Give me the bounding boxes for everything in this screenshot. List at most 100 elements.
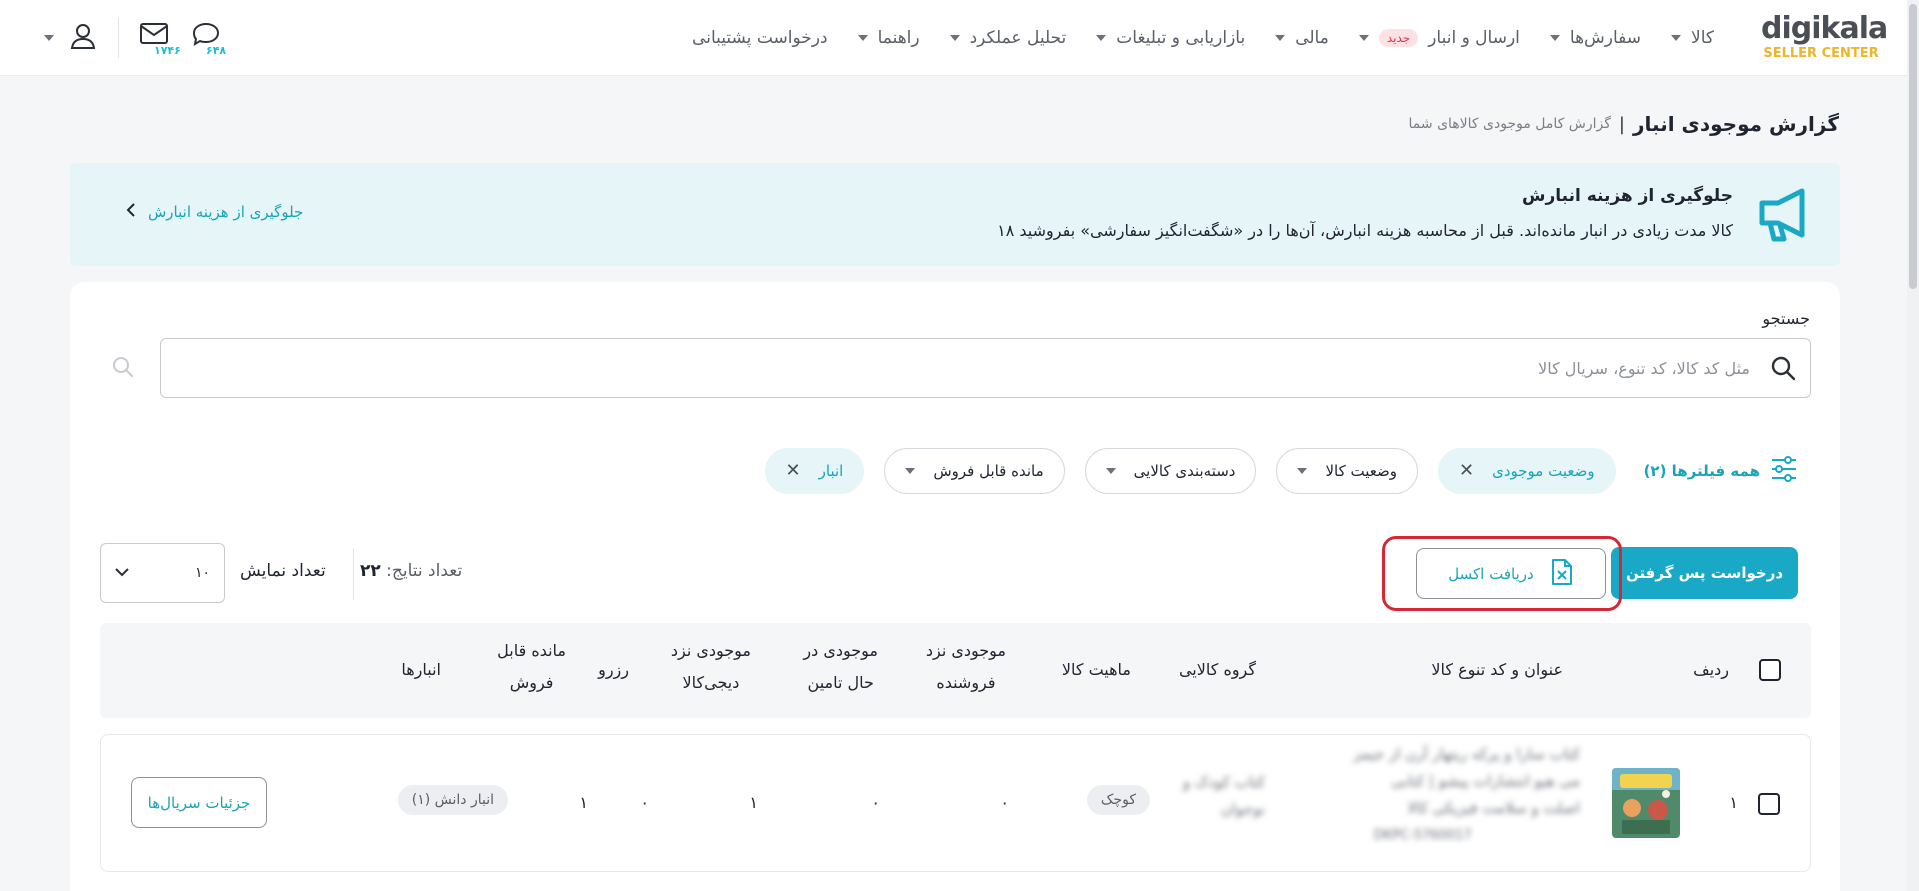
nav-item-label: سفارش‌ها — [1569, 28, 1642, 48]
filter-chip-sellable[interactable]: مانده قابل فروش — [884, 448, 1065, 494]
results-value: ۲۲ — [360, 561, 381, 581]
search-icon — [1770, 355, 1796, 385]
header-title: عنوان و کد تنوع کالا — [1431, 660, 1563, 679]
filter-chip-warehouse[interactable]: انبار ✕ — [764, 448, 865, 494]
nav-item-shipping[interactable]: ارسال و انبار جدید — [1358, 28, 1520, 48]
nav-item-analytics[interactable]: تحلیل عملکرد — [949, 28, 1067, 48]
nav-item-label: تحلیل عملکرد — [969, 28, 1067, 48]
nav-item-label: بازاریابی و تبلیغات — [1116, 28, 1246, 48]
search-label: جستجو — [1762, 309, 1810, 328]
search-icon[interactable] — [112, 356, 134, 382]
results-label: تعداد نتایج: — [386, 561, 463, 581]
nav-item-marketing[interactable]: بازاریابی و تبلیغات — [1096, 28, 1245, 48]
sellable-value: ۱ — [579, 793, 588, 812]
page-size-value: ۱۰ — [194, 565, 210, 581]
page-subtitle: گزارش کامل موجودی کالاهای شما — [1408, 116, 1611, 132]
nav-item-support[interactable]: درخواست پشتیبانی — [692, 28, 828, 48]
logo-subtitle: SELLER CENTER — [1763, 46, 1879, 61]
select-all-checkbox[interactable] — [1759, 659, 1781, 681]
product-thumbnail[interactable] — [1612, 768, 1680, 838]
banner-link[interactable]: جلوگیری از هزینه انبارش — [126, 203, 303, 221]
digikala-logo[interactable]: digikala SELLER CENTER — [1761, 11, 1888, 62]
product-title[interactable]: کتاب سارا و پرکه ریتهار آرن از جیمز می ه… — [1354, 741, 1580, 849]
excel-download-label: دریافت اکسل — [1448, 564, 1534, 583]
nav-item-label: کالا — [1691, 28, 1714, 48]
filter-chip-label: مانده قابل فروش — [933, 462, 1044, 480]
notifications-count: ۶۴۸ — [205, 44, 228, 57]
messages-button[interactable]: ۱۷۴۶ — [139, 21, 182, 57]
header-line: حال تامین — [807, 673, 874, 692]
all-filters-label: همه فیلترها (۲) — [1643, 462, 1760, 480]
megaphone-icon — [1756, 185, 1814, 247]
header-nature: ماهیت کالا — [1061, 660, 1131, 679]
page-title: گزارش موجودی انبار — [1633, 112, 1839, 136]
logo-wordmark: digikala — [1761, 11, 1888, 46]
nav-item-help[interactable]: راهنما — [857, 28, 920, 48]
product-title-line: کتاب سارا و پرکه ریتهار آرن از جیمز — [1353, 745, 1580, 763]
supply-stock-value: ۰ — [871, 793, 880, 812]
warehouse-badge: انبار دانش (۱) — [397, 785, 508, 815]
chevron-left-icon — [126, 203, 136, 221]
variant-code: DKPC-5760017 — [1373, 828, 1472, 843]
nav-item-label: درخواست پشتیبانی — [692, 28, 828, 48]
nav-item-products[interactable]: کالا — [1671, 28, 1714, 48]
search-field[interactable] — [160, 338, 1811, 398]
banner-text: ۱۸ کالا مدت زیادی در انبار مانده‌اند. قب… — [997, 221, 1733, 240]
excel-file-icon — [1550, 558, 1574, 590]
results-count: تعداد نتایج: ۲۲ — [360, 561, 462, 581]
chevron-down-icon — [905, 468, 916, 474]
table-header: ردیف عنوان و کد تنوع کالا گروه کالایی ما… — [100, 623, 1811, 718]
filter-chip-category[interactable]: دسته‌بندی کالایی — [1084, 448, 1257, 494]
return-request-button[interactable]: درخواست پس گرفتن — [1611, 547, 1798, 599]
filter-chip-stock-status[interactable]: وضعیت موجودی ✕ — [1438, 448, 1616, 494]
title-separator: | — [1618, 113, 1625, 135]
nav-item-label: ارسال و انبار — [1428, 28, 1520, 48]
chevron-down-icon — [1358, 35, 1369, 41]
nav-item-label: مالی — [1295, 28, 1329, 48]
filter-chip-label: انبار — [818, 462, 844, 480]
close-icon[interactable]: ✕ — [1459, 462, 1474, 480]
banner-link-label: جلوگیری از هزینه انبارش — [148, 203, 304, 221]
nav-item-finance[interactable]: مالی — [1275, 28, 1329, 48]
sliders-icon — [1770, 456, 1798, 486]
inventory-card: جستجو همه فیلترها (۲) وضعیت موجودی ✕ وضع… — [70, 282, 1840, 891]
chevron-down-icon — [1671, 35, 1682, 41]
header-line: فروش — [509, 673, 554, 692]
product-group: کتاب کودک و نوجوان — [1183, 769, 1265, 823]
row-checkbox[interactable] — [1758, 793, 1780, 815]
new-badge: جدید — [1378, 29, 1419, 47]
product-title-line: می هیو انتشارات پیشو | کتابی — [1391, 772, 1580, 790]
header-sellable: مانده قابل فروش — [497, 635, 566, 699]
chevron-down-icon — [857, 35, 868, 41]
excel-download-button[interactable]: دریافت اکسل — [1416, 548, 1606, 599]
seller-stock-value: ۰ — [1000, 793, 1009, 812]
messages-count: ۱۷۴۶ — [153, 44, 182, 57]
search-input[interactable] — [161, 339, 1810, 397]
filter-chip-product-status[interactable]: وضعیت کالا — [1276, 448, 1418, 494]
nature-badge: کوچک — [1086, 785, 1150, 815]
scrollbar-thumb[interactable] — [1909, 4, 1917, 289]
filter-chip-label: دسته‌بندی کالایی — [1133, 462, 1236, 480]
page-size-select[interactable]: ۱۰ — [100, 543, 225, 603]
chevron-down-icon — [1275, 35, 1286, 41]
notifications-button[interactable]: ۶۴۸ — [191, 21, 229, 57]
header-seller-stock: موجودی نزد فروشنده — [926, 635, 1006, 699]
all-filters-button[interactable]: همه فیلترها (۲) — [1644, 456, 1798, 486]
product-title-line: اصلت و سلامت فیزیکی کالا — [1407, 799, 1580, 817]
product-group-line: کتاب کودک و — [1182, 773, 1265, 791]
close-icon[interactable]: ✕ — [786, 462, 801, 480]
reserve-value: ۰ — [640, 793, 649, 812]
chevron-down-icon[interactable] — [44, 35, 54, 41]
chevron-down-icon — [1105, 468, 1116, 474]
header-line: موجودی در — [803, 641, 878, 660]
header-reserve: رزرو — [598, 660, 629, 679]
table-row: ۱ کتاب سارا و پرکه ریتهار آرن از جیمز می… — [100, 734, 1811, 872]
serial-details-button[interactable]: جزئیات سریال‌ها — [131, 777, 267, 828]
dk-stock-value: ۱ — [749, 793, 758, 812]
header-line: فروشنده — [936, 673, 996, 692]
user-icon[interactable] — [68, 21, 98, 55]
header-group: گروه کالایی — [1178, 660, 1256, 679]
row-index: ۱ — [1729, 793, 1738, 812]
nav-item-orders[interactable]: سفارش‌ها — [1549, 28, 1642, 48]
page-scrollbar[interactable] — [1907, 0, 1919, 891]
